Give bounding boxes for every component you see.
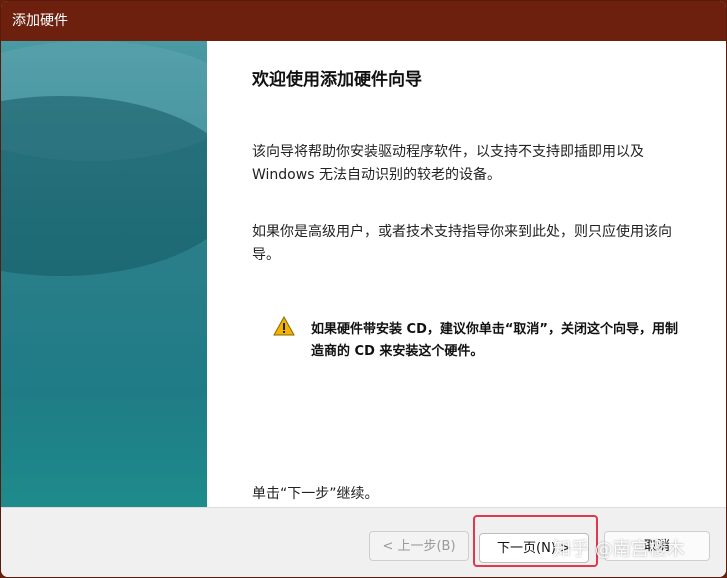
add-hardware-window: 添加硬件 欢迎使用添加硬件向导 该向导将帮助你安装驱动程序软件，以支持不支持即插…: [0, 0, 727, 578]
warning-icon: [273, 315, 295, 336]
continue-instruction: 单击“下一步”继续。: [252, 486, 379, 502]
watermark: 知乎 @南宫樱木: [553, 539, 685, 560]
back-button[interactable]: < 上一步(B): [369, 531, 469, 561]
window-title: 添加硬件: [12, 13, 68, 29]
page-title: 欢迎使用添加硬件向导: [252, 70, 422, 90]
title-bar[interactable]: 添加硬件: [1, 1, 726, 41]
wizard-content: 欢迎使用添加硬件向导 该向导将帮助你安装驱动程序软件，以支持不支持即插即用以及 …: [207, 41, 726, 507]
intro-paragraph: 该向导将帮助你安装驱动程序软件，以支持不支持即插即用以及 Windows 无法自…: [252, 144, 644, 183]
advanced-user-paragraph: 如果你是高级用户，或者技术支持指导你来到此处，则只应使用该向导。: [252, 224, 672, 263]
wizard-side-banner: [1, 41, 207, 507]
warning-text: 如果硬件带安装 CD，建议你单击“取消”，关闭这个向导，用制造商的 CD 来安装…: [311, 322, 678, 359]
banner-decoration: [1, 96, 207, 276]
